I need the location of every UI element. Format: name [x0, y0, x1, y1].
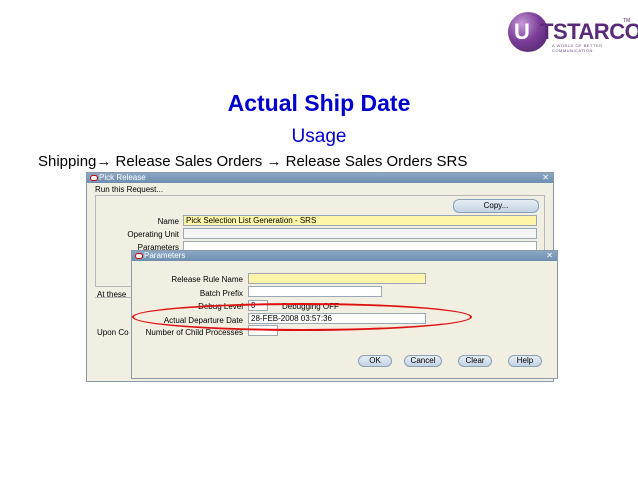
oracle-icon	[90, 175, 98, 181]
logo-tagline: A WORLD OF BETTER COMMUNICATION	[552, 43, 603, 53]
slide-subtitle: Usage	[291, 126, 347, 147]
copy-button[interactable]: Copy...	[453, 199, 539, 213]
slide-title: Actual Ship Date	[227, 90, 411, 116]
name-label: Name	[157, 217, 179, 226]
ok-button[interactable]: OK	[358, 355, 392, 367]
pick-release-titlebar: Pick Release ✕	[87, 173, 553, 183]
upon-completion-label: Upon Co	[97, 328, 129, 337]
close-icon[interactable]: ✕	[546, 251, 553, 261]
clear-button[interactable]: Clear	[458, 355, 492, 367]
operating-unit-label: Operating Unit	[127, 230, 179, 239]
batch-prefix-label: Batch Prefix	[199, 289, 243, 298]
parameters-titlebar: Parameters ✕	[132, 251, 557, 261]
window-title: Pick Release	[99, 173, 146, 182]
name-field[interactable]: Pick Selection List Generation - SRS	[183, 215, 537, 226]
navigation-path: Shipping→ Release Sales Orders → Release…	[38, 153, 468, 170]
utstarcom-logo: U TSTARCOM A WORLD OF BETTER COMMUNICATI…	[508, 12, 638, 53]
logo-trademark: TM	[623, 18, 631, 24]
help-button[interactable]: Help	[508, 355, 542, 367]
operating-unit-field[interactable]	[183, 228, 537, 239]
batch-prefix-field[interactable]	[248, 286, 382, 297]
release-rule-field[interactable]	[248, 273, 426, 284]
run-request-label: Run this Request...	[95, 185, 164, 194]
highlight-ellipse	[132, 303, 472, 331]
oracle-icon	[135, 253, 143, 259]
logo-mark: U	[514, 19, 530, 44]
close-icon[interactable]: ✕	[542, 173, 549, 183]
schedule-group	[95, 297, 135, 326]
window-title: Parameters	[144, 251, 186, 260]
cancel-button[interactable]: Cancel	[404, 355, 442, 367]
release-rule-label: Release Rule Name	[171, 275, 243, 284]
